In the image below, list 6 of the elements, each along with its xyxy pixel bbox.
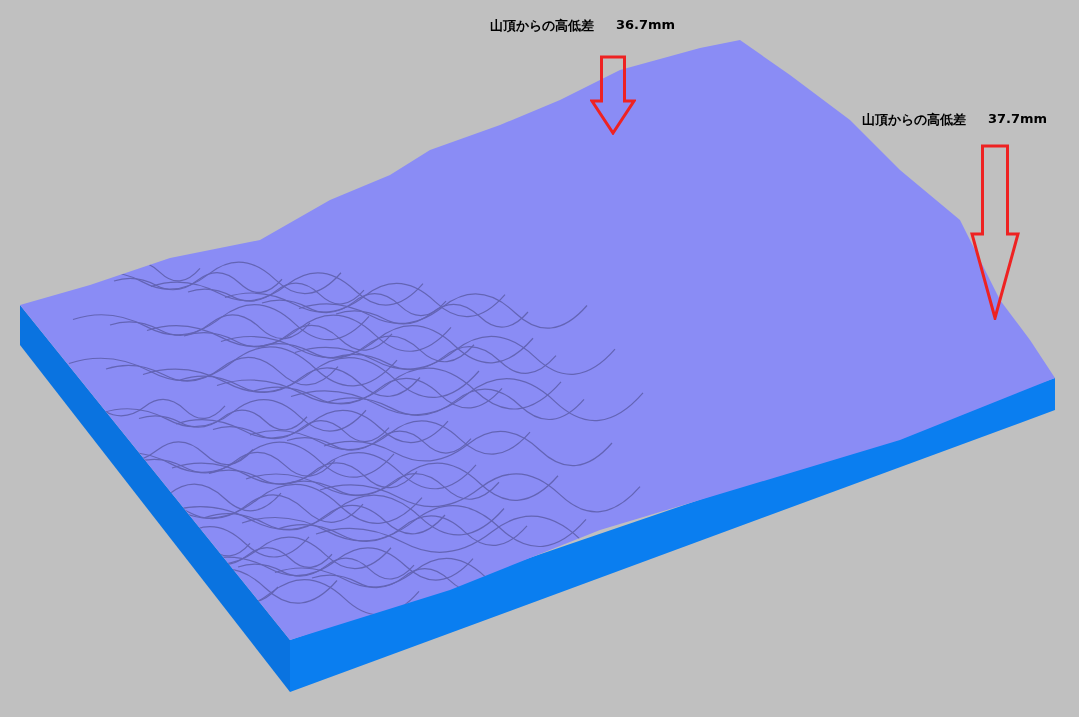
down-arrow-icon [590, 55, 636, 135]
down-arrow-icon [970, 144, 1020, 320]
height-value: 36.7mm [616, 17, 676, 34]
height-value: 37.7mm [988, 111, 1048, 128]
annotation-label: 山頂からの高低差 [490, 17, 594, 35]
annotation-label: 山頂からの高低差 [862, 111, 966, 129]
